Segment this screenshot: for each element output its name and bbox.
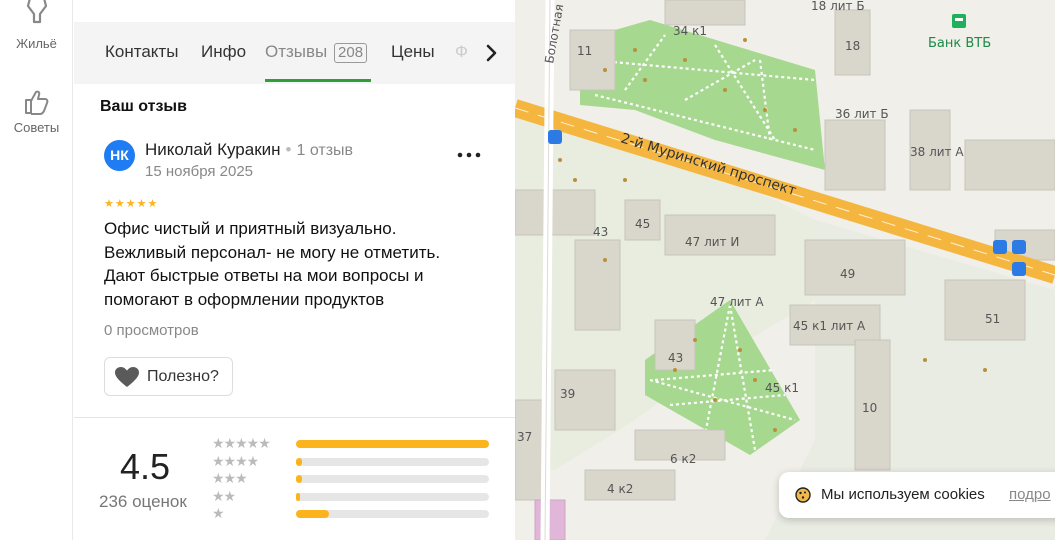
heart-icon xyxy=(115,367,139,387)
rating-row-bar xyxy=(296,475,489,483)
star-row: ★★★★★ xyxy=(104,198,159,210)
bus-stop-icon xyxy=(993,240,1007,254)
rating-row-fill xyxy=(296,458,302,466)
rail-item-label: Советы xyxy=(13,120,60,135)
review-stars: ★★★★★ xyxy=(104,197,158,210)
rating-row-fill xyxy=(296,510,329,518)
bus-stop-icon xyxy=(548,130,562,144)
panel-top-strip xyxy=(74,0,515,22)
map-house-number: 10 xyxy=(862,401,877,415)
rating-row-bar xyxy=(296,458,489,466)
map-house-number: 18 xyxy=(845,39,860,53)
map-house-number: 47 лит А xyxy=(710,295,764,309)
helpful-button[interactable]: Полезно? xyxy=(104,357,233,396)
map-house-number: 36 лит Б xyxy=(835,107,889,121)
rating-row-stars: ★ xyxy=(212,505,225,521)
review-date: 15 ноября 2025 xyxy=(145,163,254,180)
map-house-number: 43 xyxy=(668,351,683,365)
more-dots-icon[interactable] xyxy=(457,152,481,158)
map-house-number: 11 xyxy=(577,44,592,58)
helpful-label: Полезно? xyxy=(147,368,219,385)
review-text: Офис чистый и приятный визуально. Вежлив… xyxy=(104,217,504,311)
tab-reviews[interactable]: Отзывы 208 xyxy=(265,42,368,63)
map-house-number: 47 лит И xyxy=(685,235,739,249)
map-house-number: 39 xyxy=(560,387,575,401)
tab-bar: Контакты Инфо Отзывы 208 Цены Ф xyxy=(74,22,515,84)
author-name[interactable]: Николай Куракин xyxy=(145,140,281,159)
review-views: 0 просмотров xyxy=(104,322,199,339)
tab-reviews-count: 208 xyxy=(334,43,368,63)
tab-reviews-label: Отзывы xyxy=(265,42,328,61)
rating-row-bar xyxy=(296,510,489,518)
rating-row-bar xyxy=(296,440,489,448)
map-canvas[interactable]: 2-й Муринский проспект Болотная Банк ВТБ… xyxy=(515,0,1055,540)
rail-item-tips[interactable]: Советы xyxy=(0,88,73,135)
rating-row-bar xyxy=(296,493,489,501)
left-rail: Жильё Советы xyxy=(0,0,73,540)
review-text-line: Дают быстрые ответы на мои вопросы и xyxy=(104,266,424,285)
bus-stop-icon xyxy=(1012,240,1026,254)
map-house-number: 43 xyxy=(593,225,608,239)
tab-contacts[interactable]: Контакты xyxy=(105,42,178,62)
cookie-banner: Мы используем cookies подро xyxy=(779,472,1055,518)
cookie-more-link[interactable]: подро xyxy=(1009,486,1051,503)
map-view[interactable]: 2-й Муринский проспект Болотная Банк ВТБ… xyxy=(515,0,1055,540)
rating-count: 236 оценок xyxy=(99,492,187,511)
map-house-number: 34 к1 xyxy=(673,24,707,38)
review-text-line: помогают в оформлении продуктов xyxy=(104,289,385,309)
rating-row-stars: ★★★ xyxy=(212,470,248,486)
map-house-number: 45 к1 лит А xyxy=(793,319,866,333)
rail-item-housing[interactable]: Жильё xyxy=(0,0,73,51)
cookie-message: Мы используем cookies xyxy=(821,486,985,503)
cookie-icon xyxy=(795,487,811,503)
rating-value: 4.5 xyxy=(120,446,171,487)
tab-info[interactable]: Инфо xyxy=(201,42,246,62)
tab-photos[interactable]: Ф xyxy=(455,42,468,62)
app-root: Жильё Советы Контакты Инфо Отзывы 208 Це… xyxy=(0,0,1055,540)
avatar[interactable]: НК xyxy=(104,140,135,171)
rating-row-stars: ★★ xyxy=(212,488,236,504)
divider xyxy=(74,417,515,418)
thumbs-up-icon xyxy=(24,90,48,115)
bus-stop-icon xyxy=(1012,262,1026,276)
rating-row-fill xyxy=(296,475,302,483)
map-house-number: 45 к1 xyxy=(765,381,799,395)
map-poi-label: Банк ВТБ xyxy=(928,36,991,51)
rating-row-fill xyxy=(296,440,489,448)
map-house-number: 38 лит А xyxy=(910,145,964,159)
map-house-number: 6 к2 xyxy=(670,452,696,466)
tab-prices[interactable]: Цены xyxy=(391,42,435,62)
map-house-number: 18 лит Б xyxy=(811,0,865,13)
section-title: Ваш отзыв xyxy=(100,98,187,115)
housing-icon xyxy=(26,0,47,24)
chevron-right-icon[interactable] xyxy=(482,42,502,64)
map-house-number: 4 к2 xyxy=(607,482,633,496)
map-house-number: 49 xyxy=(840,267,855,281)
rating-row-fill xyxy=(296,493,300,501)
separator-dot: • xyxy=(285,140,292,159)
map-house-number: 37 xyxy=(517,430,532,444)
author-review-count: 1 отзыв xyxy=(296,142,354,159)
review-author-line: Николай Куракин • 1 отзыв xyxy=(145,140,353,160)
rating-row-stars: ★★★★★ xyxy=(212,435,271,451)
review-text-line: Вежливый персонал- не могу не отметить. xyxy=(104,242,441,262)
rating-row-stars: ★★★★ xyxy=(212,453,259,469)
map-house-number: 51 xyxy=(985,312,1000,326)
review-panel: Контакты Инфо Отзывы 208 Цены Ф Ваш отзы… xyxy=(74,0,515,540)
active-tab-indicator xyxy=(265,79,371,82)
map-house-number: 45 xyxy=(635,217,650,231)
review-text-line: Офис чистый и приятный визуально. xyxy=(104,219,397,238)
rail-item-label: Жильё xyxy=(16,36,57,51)
